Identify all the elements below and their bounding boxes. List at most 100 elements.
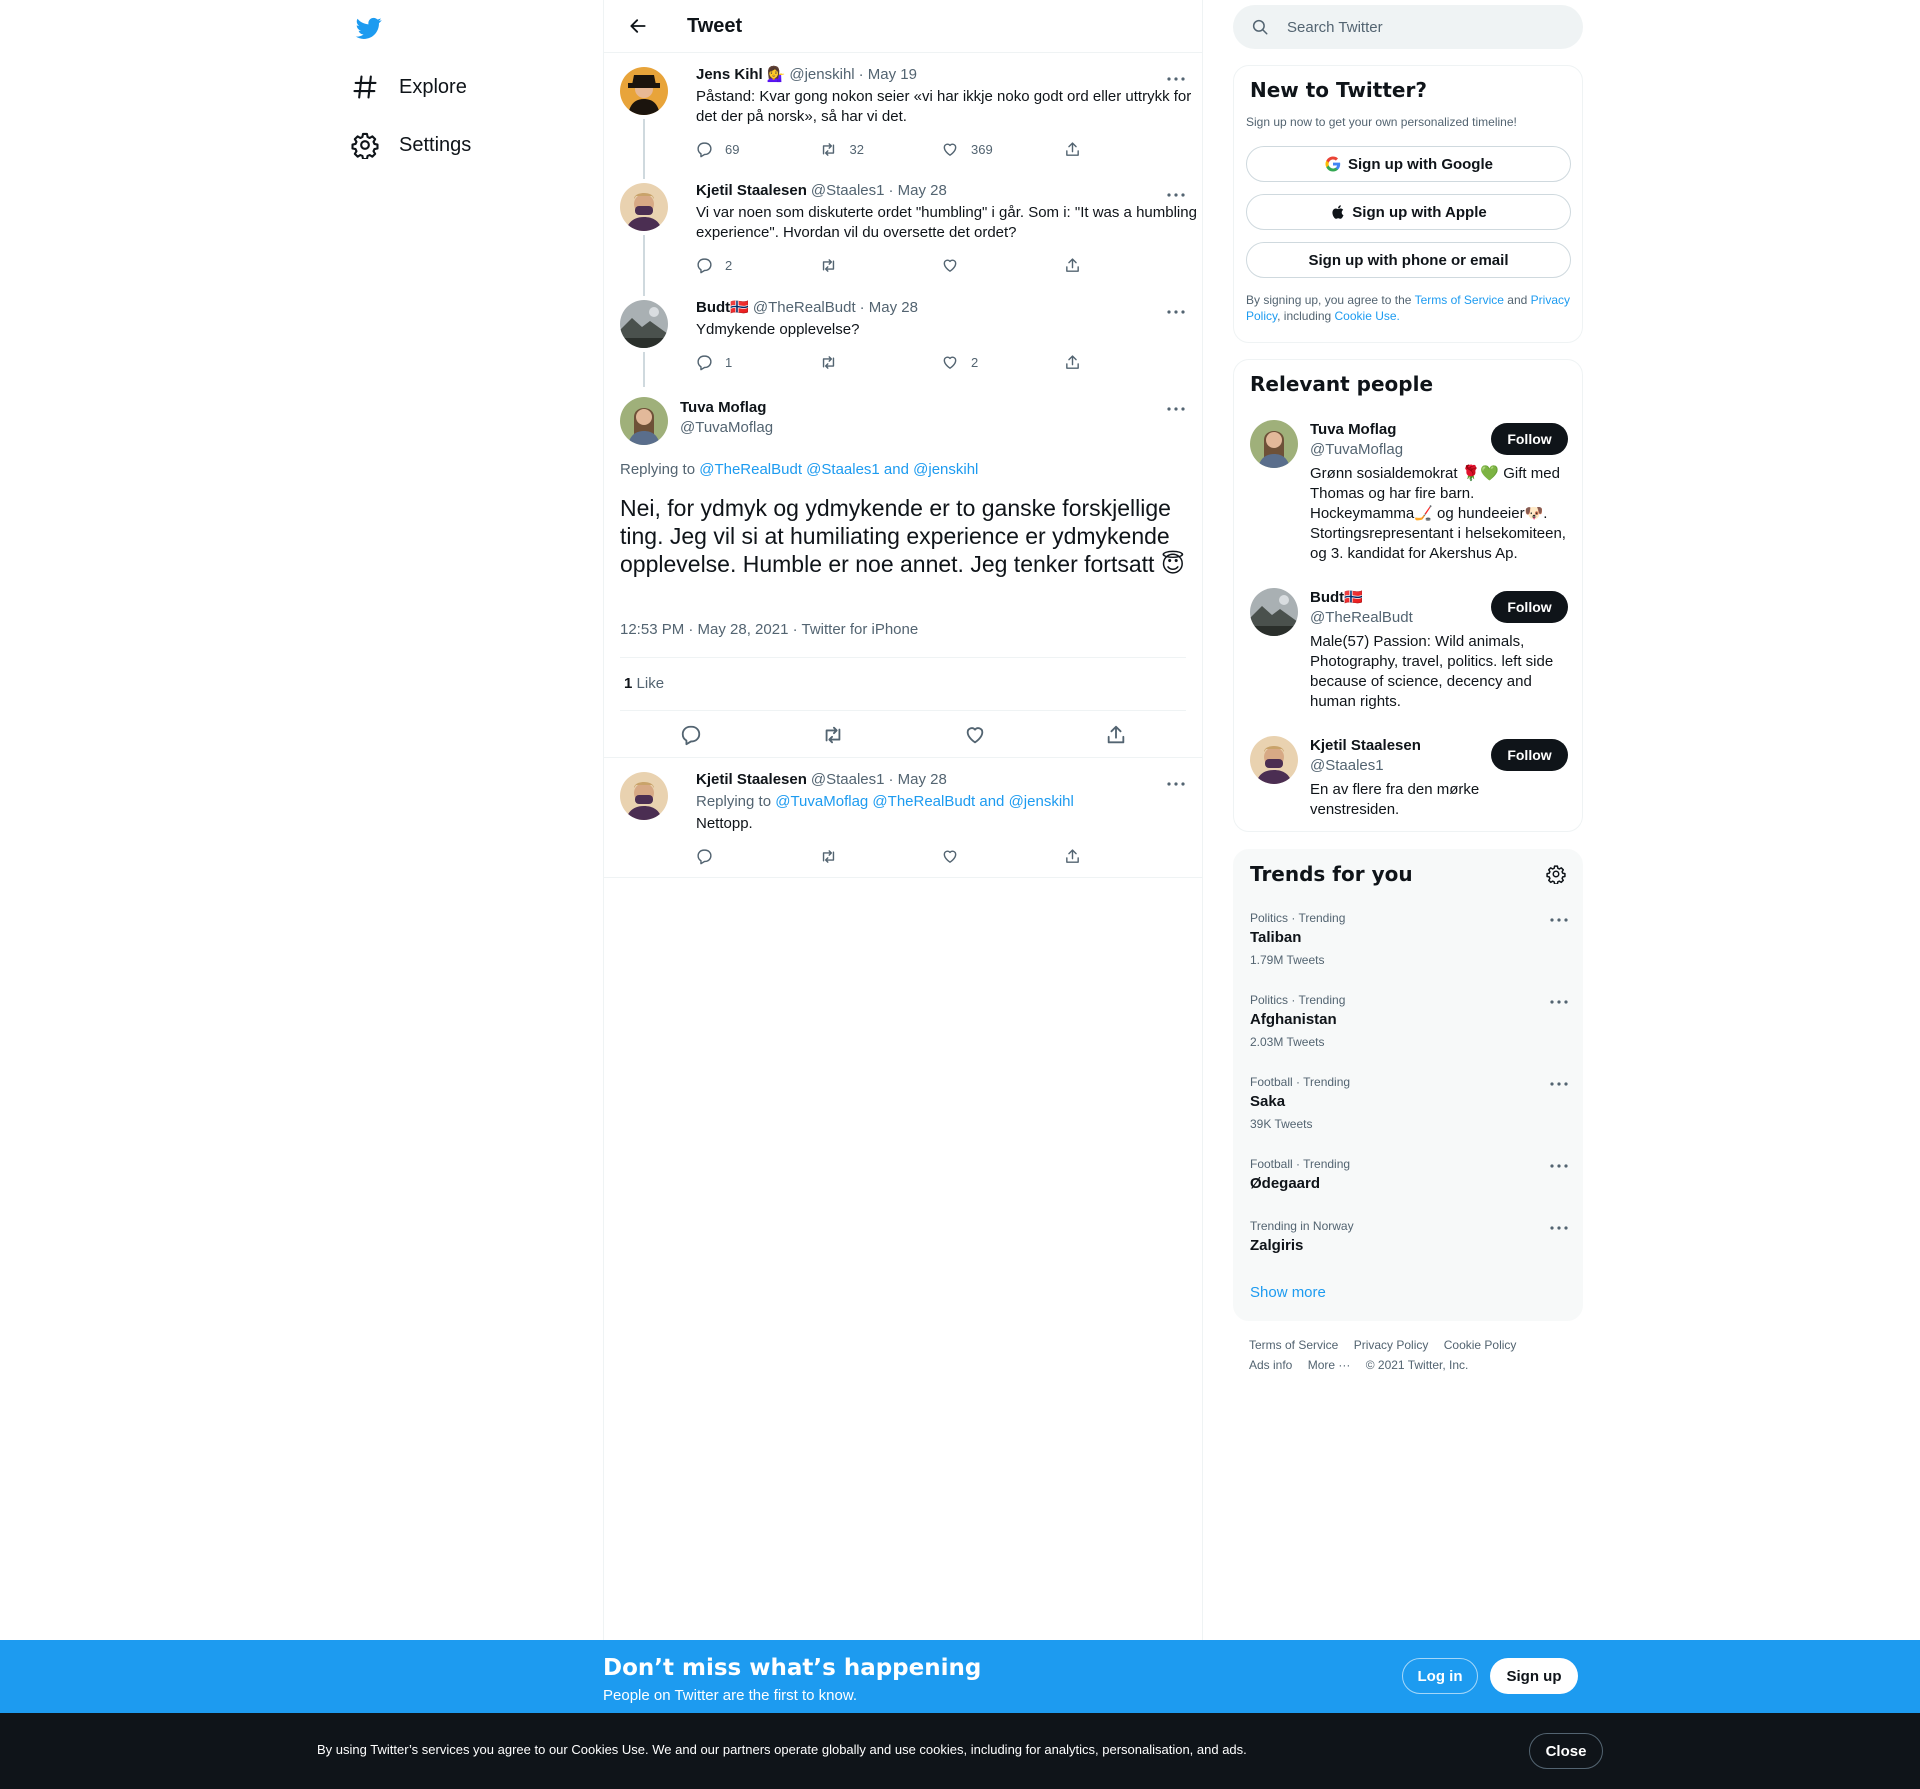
share-button[interactable]: [1064, 848, 1187, 865]
search-box[interactable]: Search Twitter: [1233, 5, 1583, 49]
more-icon[interactable]: [1550, 992, 1568, 1012]
trend-item[interactable]: Football · Trending Ødegaard: [1250, 1156, 1568, 1194]
person-row[interactable]: Budt🇳🇴 @TheRealBudt Follow Male(57) Pass…: [1250, 588, 1568, 712]
likes-summary[interactable]: 1 Like: [624, 675, 664, 692]
retweet-button[interactable]: [819, 354, 942, 371]
phone-signup-button[interactable]: Sign up with phone or email: [1246, 242, 1571, 278]
avatar[interactable]: [620, 183, 668, 231]
back-button[interactable]: [620, 8, 656, 44]
reply-tweet[interactable]: Kjetil Staalesen @Staales1 · May 28 Repl…: [604, 758, 1202, 878]
author-handle[interactable]: @Staales1: [811, 181, 885, 201]
person-handle[interactable]: @TheRealBudt: [1310, 608, 1413, 628]
person-handle[interactable]: @TuvaMoflag: [1310, 440, 1403, 460]
reply-button[interactable]: 69: [696, 141, 819, 158]
trend-item[interactable]: Politics · Trending Taliban 1.79M Tweets: [1250, 910, 1568, 968]
author-name[interactable]: Tuva Moflag: [680, 399, 766, 416]
author-handle[interactable]: @jenskihl: [789, 65, 854, 85]
trend-count: 1.79M Tweets: [1250, 953, 1325, 967]
trend-item[interactable]: Trending in Norway Zalgiris: [1250, 1218, 1568, 1256]
avatar[interactable]: [620, 397, 668, 445]
follow-button[interactable]: Follow: [1491, 739, 1568, 771]
more-icon[interactable]: [1166, 774, 1186, 794]
avatar[interactable]: [620, 67, 668, 115]
author-name[interactable]: Jens Kihl: [696, 65, 763, 85]
more-icon[interactable]: [1550, 1156, 1568, 1176]
more-icon[interactable]: [1166, 399, 1186, 419]
replying-to-users[interactable]: @TheRealBudt @Staales1 and @jenskihl: [699, 461, 978, 478]
reply-button[interactable]: 1: [696, 354, 819, 371]
reply-button[interactable]: [696, 848, 819, 865]
cookie-link[interactable]: Cookie Use.: [1335, 309, 1400, 323]
like-button[interactable]: [941, 257, 1064, 274]
share-button[interactable]: [1064, 141, 1187, 158]
google-signup-button[interactable]: Sign up with Google: [1246, 146, 1571, 182]
avatar[interactable]: [620, 772, 668, 820]
thread-tweet[interactable]: Kjetil Staalesen @Staales1 · May 28 Vi v…: [604, 167, 1202, 290]
footer-cookie-link[interactable]: Cookie Policy: [1444, 1338, 1517, 1352]
apple-signup-button[interactable]: Sign up with Apple: [1246, 194, 1571, 230]
tweet-date[interactable]: · May 19: [859, 65, 917, 85]
replying-to-users[interactable]: @TuvaMoflag @TheRealBudt and @jenskihl: [775, 793, 1074, 810]
follow-button[interactable]: Follow: [1491, 591, 1568, 623]
footer-more-link[interactable]: More ···: [1308, 1358, 1351, 1372]
retweet-button[interactable]: 32: [819, 141, 942, 158]
tweet-timestamp[interactable]: 12:53 PM · May 28, 2021 · Twitter for iP…: [620, 621, 918, 638]
more-icon[interactable]: [1166, 302, 1186, 322]
footer-tos-link[interactable]: Terms of Service: [1249, 1338, 1338, 1352]
author-handle[interactable]: @Staales1: [811, 770, 885, 790]
like-button[interactable]: [941, 848, 1064, 865]
follow-button[interactable]: Follow: [1491, 423, 1568, 455]
avatar[interactable]: [1250, 588, 1298, 636]
thread-tweet[interactable]: Jens Kihl 💁‍♀️ @jenskihl · May 19 Påstan…: [604, 53, 1202, 173]
author-handle[interactable]: @TheRealBudt: [753, 298, 856, 318]
author-name[interactable]: Kjetil Staalesen: [696, 181, 807, 201]
cookie-close-button[interactable]: Close: [1529, 1733, 1603, 1769]
trend-item[interactable]: Football · Trending Saka 39K Tweets: [1250, 1074, 1568, 1132]
reply-button[interactable]: 2: [696, 257, 819, 274]
share-button[interactable]: [1064, 257, 1187, 274]
trends-settings-icon[interactable]: [1546, 864, 1566, 884]
trend-item[interactable]: Politics · Trending Afghanistan 2.03M Tw…: [1250, 992, 1568, 1050]
tweet-date[interactable]: · May 28: [860, 298, 918, 318]
person-handle[interactable]: @Staales1: [1310, 756, 1384, 776]
thread-tweet[interactable]: Budt🇳🇴 @TheRealBudt · May 28 Ydmykende o…: [604, 284, 1202, 387]
retweet-button[interactable]: [819, 257, 942, 274]
reply-icon[interactable]: [680, 724, 702, 746]
person-name[interactable]: Tuva Moflag: [1310, 420, 1396, 440]
search-input[interactable]: Search Twitter: [1287, 19, 1383, 36]
heart-icon[interactable]: [964, 724, 986, 746]
like-button[interactable]: 2: [941, 354, 1064, 371]
person-name[interactable]: Budt🇳🇴: [1310, 588, 1363, 608]
avatar[interactable]: [1250, 736, 1298, 784]
person-row[interactable]: Kjetil Staalesen @Staales1 Follow En av …: [1250, 736, 1568, 820]
author-handle[interactable]: @TuvaMoflag: [680, 419, 773, 436]
share-icon[interactable]: [1105, 724, 1127, 746]
retweet-button[interactable]: [819, 848, 942, 865]
avatar[interactable]: [620, 300, 668, 348]
person-row[interactable]: Tuva Moflag @TuvaMoflag Follow Grønn sos…: [1250, 420, 1568, 562]
person-name[interactable]: Kjetil Staalesen: [1310, 736, 1421, 756]
tweet-date[interactable]: · May 28: [889, 770, 947, 790]
show-more-link[interactable]: Show more: [1250, 1284, 1326, 1301]
tweet-date[interactable]: · May 28: [889, 181, 947, 201]
author-name[interactable]: Kjetil Staalesen: [696, 770, 807, 790]
retweet-icon[interactable]: [821, 724, 845, 746]
nav-explore[interactable]: Explore: [351, 63, 467, 111]
share-button[interactable]: [1064, 354, 1187, 371]
more-icon[interactable]: [1550, 910, 1568, 930]
more-icon[interactable]: [1166, 185, 1186, 205]
footer-ads-link[interactable]: Ads info: [1249, 1358, 1292, 1372]
tos-link[interactable]: Terms of Service: [1415, 293, 1504, 307]
like-button[interactable]: 369: [941, 141, 1064, 158]
more-icon[interactable]: [1166, 69, 1186, 89]
author-name[interactable]: Budt🇳🇴: [696, 298, 749, 318]
replying-to: Replying to @TuvaMoflag @TheRealBudt and…: [696, 792, 1186, 812]
more-icon[interactable]: [1550, 1218, 1568, 1238]
avatar[interactable]: [1250, 420, 1298, 468]
login-button[interactable]: Log in: [1402, 1658, 1478, 1694]
twitter-logo-icon[interactable]: [351, 10, 387, 46]
more-icon[interactable]: [1550, 1074, 1568, 1094]
footer-privacy-link[interactable]: Privacy Policy: [1354, 1338, 1429, 1352]
nav-settings[interactable]: Settings: [351, 121, 471, 169]
signup-button[interactable]: Sign up: [1490, 1658, 1578, 1694]
